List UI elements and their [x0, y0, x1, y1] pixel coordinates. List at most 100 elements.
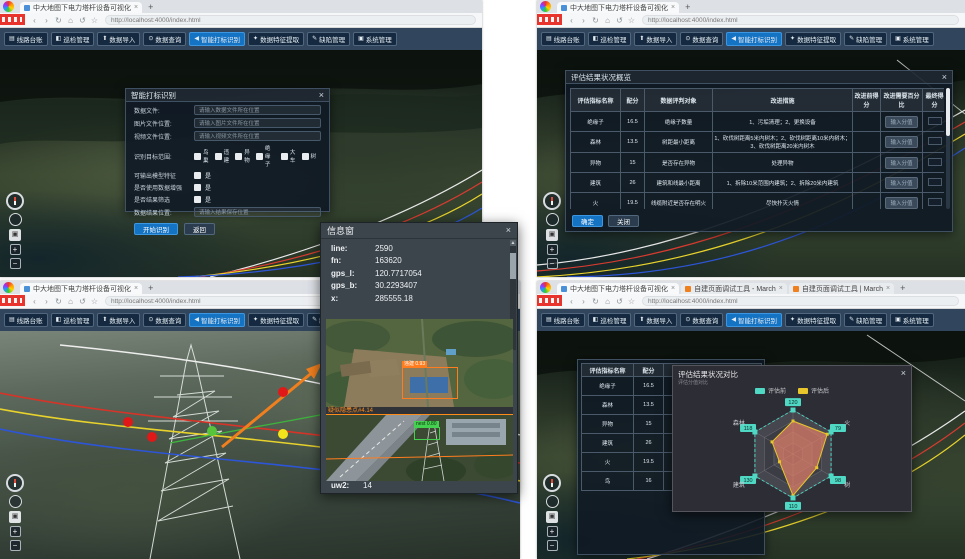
compass-control[interactable]: [6, 474, 24, 492]
final-score-box[interactable]: [928, 137, 942, 145]
bookmark-star-icon[interactable]: ☆: [627, 16, 636, 25]
reload-icon[interactable]: ↻: [54, 16, 63, 25]
result-path-input[interactable]: 请输入结果保存位置: [194, 207, 321, 217]
new-tab-button[interactable]: +: [148, 283, 153, 293]
close-icon[interactable]: ×: [319, 91, 324, 100]
tab-close-icon[interactable]: ×: [886, 285, 890, 292]
browser-tab[interactable]: 中大地图下电力塔杆设备可视化×: [557, 2, 679, 13]
toolbar-button-2[interactable]: ◧巡检管理: [51, 313, 95, 327]
orbit-control[interactable]: [9, 213, 22, 226]
undo-icon[interactable]: ↺: [78, 297, 87, 306]
toolbar-button-8[interactable]: ▣系统管理: [890, 32, 934, 46]
browser-profile-icon[interactable]: [3, 282, 14, 293]
browser-tab[interactable]: 自建页面调试工具 - March×: [681, 283, 787, 294]
defect-marker-yellow[interactable]: [278, 429, 288, 439]
checkbox[interactable]: [281, 153, 288, 160]
defect-marker-green[interactable]: [207, 426, 217, 436]
tilt-control[interactable]: ▣: [9, 511, 21, 523]
toolbar-button-2[interactable]: ◧巡检管理: [588, 313, 632, 327]
inspection-photo-construction[interactable]: 违建 0.93: [326, 319, 513, 407]
toolbar-button-2[interactable]: ◧巡检管理: [588, 32, 632, 46]
toolbar-button-5[interactable]: ◀智能打标识别: [726, 32, 782, 46]
home-icon[interactable]: ⌂: [66, 297, 75, 306]
forward-icon[interactable]: ›: [42, 297, 51, 306]
home-icon[interactable]: ⌂: [66, 16, 75, 25]
back-icon[interactable]: ‹: [30, 297, 39, 306]
table-scrollbar[interactable]: [946, 88, 950, 209]
tab-close-icon[interactable]: ×: [134, 285, 138, 292]
undo-icon[interactable]: ↺: [615, 16, 624, 25]
zoom-in-button[interactable]: +: [10, 244, 21, 255]
back-button[interactable]: 返回: [184, 223, 215, 235]
browser-profile-icon[interactable]: [540, 1, 551, 12]
undo-icon[interactable]: ↺: [78, 16, 87, 25]
score-input[interactable]: 输入分值: [885, 177, 917, 189]
toolbar-button-3[interactable]: ⬆数据导入: [634, 32, 677, 46]
reload-icon[interactable]: ↻: [54, 297, 63, 306]
checkbox[interactable]: [194, 153, 201, 160]
toolbar-button-4[interactable]: ⊙数据查询: [143, 32, 186, 46]
forward-icon[interactable]: ›: [579, 16, 588, 25]
reload-icon[interactable]: ↻: [591, 16, 600, 25]
toolbar-button-6[interactable]: ✦数据特征提取: [785, 32, 841, 46]
compass-control[interactable]: [543, 474, 561, 492]
browser-profile-icon[interactable]: [540, 282, 551, 293]
orbit-control[interactable]: [9, 495, 22, 508]
toolbar-button-6[interactable]: ✦数据特征提取: [785, 313, 841, 327]
confirm-button[interactable]: 确定: [572, 215, 603, 227]
toolbar-button-5[interactable]: ◀智能打标识别: [189, 32, 245, 46]
new-tab-button[interactable]: +: [685, 2, 690, 12]
toolbar-button-6[interactable]: ✦数据特征提取: [248, 32, 304, 46]
toolbar-button-3[interactable]: ⬆数据导入: [634, 313, 677, 327]
checkbox[interactable]: [215, 153, 222, 160]
score-input[interactable]: 输入分值: [885, 197, 917, 209]
orbit-control[interactable]: [546, 495, 559, 508]
checkbox[interactable]: [194, 196, 201, 203]
tab-close-icon[interactable]: ×: [779, 285, 783, 292]
orbit-control[interactable]: [546, 213, 559, 226]
toolbar-button-2[interactable]: ◧巡检管理: [51, 32, 95, 46]
new-tab-button[interactable]: +: [900, 283, 905, 293]
home-icon[interactable]: ⌂: [603, 297, 612, 306]
browser-tab[interactable]: 中大地图下电力塔杆设备可视化×: [557, 283, 679, 294]
tilt-control[interactable]: ▣: [546, 229, 558, 241]
toolbar-button-7[interactable]: ✎缺陷管理: [844, 313, 887, 327]
score-input[interactable]: 输入分值: [885, 136, 917, 148]
url-bar[interactable]: http://localhost:4000/index.html: [642, 15, 959, 25]
final-score-box[interactable]: [928, 117, 942, 125]
toolbar-button-8[interactable]: ▣系统管理: [890, 313, 934, 327]
bookmark-star-icon[interactable]: ☆: [90, 16, 99, 25]
zoom-in-button[interactable]: +: [10, 526, 21, 537]
url-bar[interactable]: http://localhost:4000/index.html: [642, 296, 959, 306]
checkbox[interactable]: [194, 172, 201, 179]
zoom-out-button[interactable]: −: [547, 258, 558, 269]
toolbar-button-3[interactable]: ⬆数据导入: [97, 313, 140, 327]
reload-icon[interactable]: ↻: [591, 297, 600, 306]
browser-tab[interactable]: 中大地图下电力塔杆设备可视化×: [20, 2, 142, 13]
zoom-out-button[interactable]: −: [547, 540, 558, 551]
score-input[interactable]: 输入分值: [885, 157, 917, 169]
checkbox[interactable]: [302, 153, 309, 160]
defect-marker-red[interactable]: [278, 387, 288, 397]
zoom-in-button[interactable]: +: [547, 526, 558, 537]
close-button[interactable]: 关闭: [608, 215, 639, 227]
toolbar-button-4[interactable]: ⊙数据查询: [680, 32, 723, 46]
checkbox[interactable]: [256, 153, 263, 160]
checkbox[interactable]: [235, 153, 242, 160]
browser-profile-icon[interactable]: [3, 1, 14, 12]
score-input[interactable]: 输入分值: [885, 116, 917, 128]
final-score-box[interactable]: [928, 158, 942, 166]
field-input[interactable]: 请输入图片文件所在位置: [194, 118, 321, 128]
compass-control[interactable]: [543, 192, 561, 210]
final-score-box[interactable]: [928, 178, 942, 186]
toolbar-button-8[interactable]: ▣系统管理: [353, 32, 397, 46]
zoom-out-button[interactable]: −: [10, 258, 21, 269]
close-icon[interactable]: ×: [506, 226, 511, 235]
forward-icon[interactable]: ›: [579, 297, 588, 306]
defect-marker-red[interactable]: [147, 432, 157, 442]
inspection-photo-road[interactable]: nest 0.80: [326, 415, 513, 481]
close-icon[interactable]: ×: [942, 73, 947, 82]
tab-close-icon[interactable]: ×: [134, 4, 138, 11]
toolbar-button-7[interactable]: ✎缺陷管理: [307, 32, 350, 46]
home-icon[interactable]: ⌂: [603, 16, 612, 25]
